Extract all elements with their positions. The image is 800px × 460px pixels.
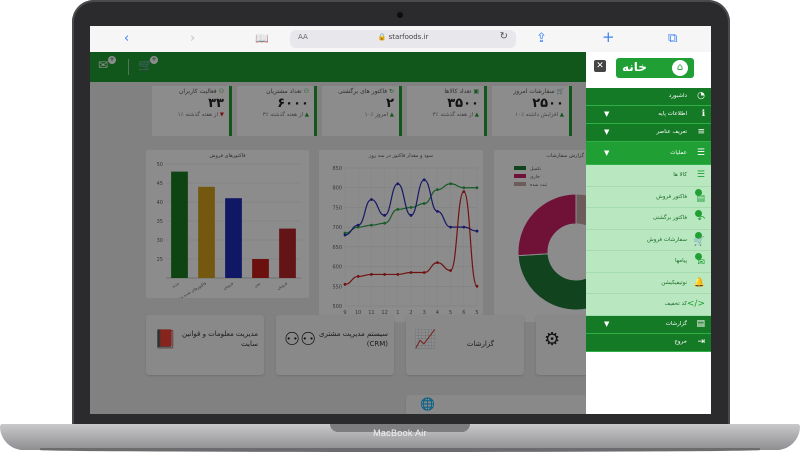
- menu-item-products[interactable]: کالا ها ☰: [586, 165, 711, 187]
- code-icon: </>: [686, 299, 705, 309]
- menu-item-dashboard[interactable]: داشبورد ◔: [586, 88, 711, 106]
- menu-item-sales-invoice[interactable]: فاکتور فروش ▤: [586, 186, 711, 208]
- menu-label: کالا ها: [673, 172, 687, 178]
- bell-icon: 🔔: [693, 277, 705, 288]
- close-icon[interactable]: ✕: [594, 60, 606, 72]
- home-icon: ⌂: [672, 60, 688, 76]
- layers-icon: ≡: [697, 127, 705, 137]
- page: ✉ + 🛒 + سفارشات امروز 🛒 ۲۵۰۰ ۱۰٪ افزایش …: [90, 52, 711, 414]
- menu-item-discount-code[interactable]: کد تخفیف </>: [586, 294, 711, 316]
- menu-label: اطلاعات پایه: [658, 111, 687, 117]
- menu-label: نوتیفیکیشن: [661, 279, 687, 286]
- menu-label: خروج: [674, 338, 687, 345]
- address-bar[interactable]: AA 🔒 starfoods.ir ↻: [290, 30, 516, 48]
- logout-icon: ⇥: [697, 336, 705, 347]
- caret-down-icon: ▼: [604, 110, 610, 118]
- share-icon[interactable]: ⇪: [536, 30, 547, 48]
- laptop-foot: [40, 448, 760, 452]
- caret-down-icon: ▼: [604, 128, 610, 136]
- info-icon: ℹ: [701, 109, 705, 119]
- menu-label: عملیات: [670, 150, 687, 156]
- menu-item-notifications[interactable]: نوتیفیکیشن 🔔: [586, 272, 711, 294]
- new-tab-icon[interactable]: +: [602, 28, 615, 46]
- tasks-icon: ☰: [696, 148, 705, 158]
- menu-label: سفارشات فروش: [647, 236, 687, 243]
- webcam: [397, 12, 403, 18]
- menu-item-operations[interactable]: ▼ عملیات ☰: [586, 142, 711, 165]
- forward-icon[interactable]: ›: [190, 30, 195, 48]
- home-title: خانه: [622, 60, 647, 74]
- url-text: 🔒 starfoods.ir: [377, 33, 429, 41]
- back-icon[interactable]: ‹: [124, 30, 129, 48]
- dashboard-icon: ◔: [697, 91, 705, 101]
- menu-label: تعریف عناصر: [656, 129, 687, 135]
- side-drawer: ✕ خانه ⌂ داشبورد ◔ ▼ اطلاعات پایه ℹ ▼ تع…: [586, 52, 711, 414]
- menu-label: پیامها: [674, 258, 687, 264]
- screen: ‹ › 📖 AA 🔒 starfoods.ir ↻ ⇪ + ⧉ ✉ + 🛒 + …: [90, 26, 711, 414]
- menu-item-messages[interactable]: پیامها ✉: [586, 251, 711, 273]
- menu-item-logout[interactable]: خروج ⇥: [586, 333, 711, 352]
- menu-label: کد تخفیف: [664, 301, 687, 307]
- menu-item-sales-orders[interactable]: سفارشات فروش 🛒: [586, 229, 711, 251]
- dim-overlay[interactable]: [90, 52, 586, 414]
- home-button[interactable]: خانه ⌂: [616, 58, 694, 78]
- invoice-icon: ▤: [696, 193, 705, 204]
- drawer-header: ✕ خانه ⌂: [586, 52, 711, 88]
- browser-toolbar: ‹ › 📖 AA 🔒 starfoods.ir ↻ ⇪ + ⧉: [90, 26, 711, 53]
- url-value: starfoods.ir: [388, 33, 429, 41]
- menu-label: گزارشات: [665, 320, 687, 327]
- menu-label: فاکتور برگشتی: [652, 215, 687, 221]
- list-icon: ☰: [696, 170, 705, 180]
- caret-down-icon: ▼: [604, 149, 610, 157]
- menu-label: فاکتور فروش: [656, 193, 687, 200]
- menu-item-reports[interactable]: ▼ گزارشات ▤: [586, 315, 711, 334]
- tabs-icon[interactable]: ⧉: [668, 30, 677, 48]
- drawer-menu: داشبورد ◔ ▼ اطلاعات پایه ℹ ▼ تعریف عناصر…: [586, 88, 711, 352]
- return-icon: ↶: [697, 215, 705, 225]
- menu-label: داشبورد: [668, 93, 687, 99]
- device-label: MacBook Air: [373, 428, 427, 438]
- message-icon: ✉: [697, 258, 705, 268]
- menu-item-return-invoice[interactable]: فاکتور برگشتی ↶: [586, 208, 711, 230]
- report-icon: ▤: [696, 318, 705, 329]
- caret-down-icon: ▼: [604, 319, 610, 328]
- cart-icon: 🛒: [693, 236, 705, 247]
- reload-icon[interactable]: ↻: [500, 31, 508, 42]
- menu-item-basic-info[interactable]: ▼ اطلاعات پایه ℹ: [586, 106, 711, 124]
- book-icon[interactable]: 📖: [255, 30, 269, 48]
- menu-item-define-elements[interactable]: ▼ تعریف عناصر ≡: [586, 124, 711, 142]
